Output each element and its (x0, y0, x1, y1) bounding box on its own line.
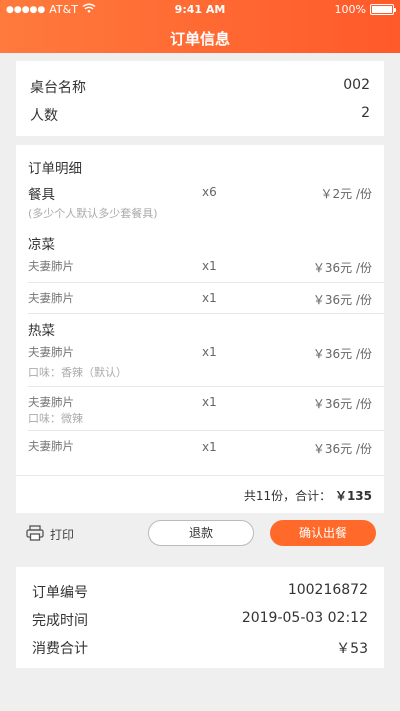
table-name-label: 桌台名称 (30, 80, 86, 96)
cold-item-1-price: ￥36元 /份 (312, 261, 372, 275)
cold-item-1-qty: x1 (202, 259, 217, 273)
order-total: 共11份，合计： ￥135 (244, 487, 372, 504)
order-detail-card: 订单明细 餐具 x6 ￥2元 /份 (多少个人默认多少套餐具) 凉菜 夫妻肺片 … (16, 145, 384, 513)
battery-percent: 100% (334, 3, 366, 16)
confirm-serve-button[interactable]: 确认出餐 (270, 520, 376, 546)
tableware-price: ￥2元 /份 (320, 187, 373, 201)
cold-dish-category: 凉菜 (28, 237, 55, 253)
hot-item-3-qty: x1 (202, 440, 217, 454)
hot-item-1-price: ￥36元 /份 (312, 347, 372, 361)
page-title: 订单信息 (169, 30, 230, 48)
consumption-total-row: 消费合计 ￥53 (32, 638, 368, 658)
table-name-row: 桌台名称 002 (30, 77, 370, 97)
refund-button[interactable]: 退款 (148, 520, 254, 546)
cold-item-1-name: 夫妻肺片 (28, 259, 74, 273)
cold-item-2-qty: x1 (202, 291, 217, 305)
cold-item-2-name: 夫妻肺片 (28, 291, 74, 305)
print-label: 打印 (50, 528, 75, 542)
top-bar: ●●●●● AT&T 9:41 AM 100% 订单信息 (0, 0, 400, 53)
cold-item-2-price: ￥36元 /份 (312, 293, 372, 307)
divider (28, 386, 384, 387)
tableware-name: 餐具 (28, 187, 55, 203)
finish-time-value: 2019-05-03 02:12 (241, 610, 368, 626)
tableware-note: (多少个人默认多少套餐具) (28, 207, 158, 220)
hot-dish-category: 热菜 (28, 323, 55, 339)
order-number-value: 100216872 (287, 582, 368, 598)
printer-icon (26, 525, 44, 544)
hot-item-1-flavor: 口味：香辣（默认） (28, 366, 127, 379)
order-detail-title: 订单明细 (28, 161, 82, 177)
order-summary-card: 订单编号 100216872 完成时间 2019-05-03 02:12 消费合… (16, 567, 384, 668)
hot-item-1-qty: x1 (202, 345, 217, 359)
order-number-label: 订单编号 (32, 585, 88, 601)
hot-item-3-name: 夫妻肺片 (28, 439, 74, 453)
finish-time-row: 完成时间 2019-05-03 02:12 (32, 610, 368, 630)
guest-count-label: 人数 (30, 108, 58, 124)
tableware-qty: x6 (202, 185, 217, 199)
divider (28, 313, 384, 314)
order-number-row: 订单编号 100216872 (32, 582, 368, 602)
total-amount: ￥135 (334, 489, 372, 503)
table-name-value: 002 (343, 77, 370, 93)
hot-item-3-price: ￥36元 /份 (312, 442, 372, 456)
battery-icon (370, 4, 396, 15)
guest-count-row: 人数 2 (30, 105, 370, 125)
print-button[interactable]: 打印 (26, 525, 74, 544)
guest-count-value: 2 (361, 105, 370, 121)
consumption-total-label: 消费合计 (32, 641, 88, 657)
hot-item-2-qty: x1 (202, 395, 217, 409)
consumption-total-value: ￥53 (336, 641, 368, 657)
finish-time-label: 完成时间 (32, 613, 88, 629)
hot-item-2-flavor: 口味：微辣 (28, 412, 83, 425)
table-info-card: 桌台名称 002 人数 2 (16, 61, 384, 136)
hot-item-2-name: 夫妻肺片 (28, 395, 74, 409)
status-bar: ●●●●● AT&T 9:41 AM 100% (0, 3, 400, 17)
hot-item-1-name: 夫妻肺片 (28, 345, 74, 359)
divider (16, 475, 384, 476)
hot-item-2-price: ￥36元 /份 (312, 397, 372, 411)
divider (28, 430, 384, 431)
total-summary-label: 共11份，合计： (243, 489, 332, 503)
divider (28, 282, 384, 283)
